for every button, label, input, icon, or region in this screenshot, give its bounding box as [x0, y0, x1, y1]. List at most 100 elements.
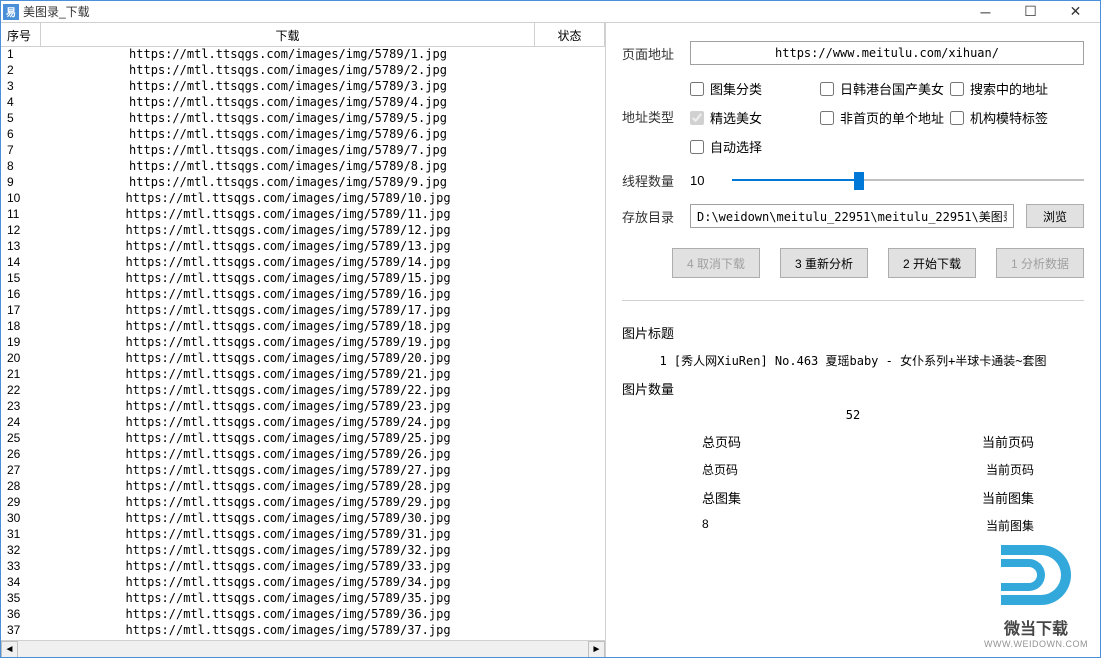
cell-status [535, 399, 605, 415]
table-row[interactable]: 28https://mtl.ttsqgs.com/images/img/5789… [1, 479, 605, 495]
col-header-status[interactable]: 状态 [535, 23, 605, 46]
cell-url: https://mtl.ttsqgs.com/images/img/5789/4… [41, 95, 535, 111]
table-row[interactable]: 2https://mtl.ttsqgs.com/images/img/5789/… [1, 63, 605, 79]
cell-status [535, 511, 605, 527]
table-row[interactable]: 23https://mtl.ttsqgs.com/images/img/5789… [1, 399, 605, 415]
table-row[interactable]: 12https://mtl.ttsqgs.com/images/img/5789… [1, 223, 605, 239]
page-url-input[interactable] [690, 41, 1084, 65]
table-row[interactable]: 21https://mtl.ttsqgs.com/images/img/5789… [1, 367, 605, 383]
scroll-right-icon[interactable]: ► [588, 641, 605, 658]
table-row[interactable]: 3https://mtl.ttsqgs.com/images/img/5789/… [1, 79, 605, 95]
table-row[interactable]: 4https://mtl.ttsqgs.com/images/img/5789/… [1, 95, 605, 111]
cell-status [535, 415, 605, 431]
checkbox-jp-kr-cn[interactable]: 日韩港台国产美女 [820, 79, 950, 98]
close-button[interactable]: ✕ [1053, 2, 1098, 22]
cell-url: https://mtl.ttsqgs.com/images/img/5789/3… [41, 559, 535, 575]
reanalyze-button[interactable]: 3 重新分析 [780, 248, 868, 278]
save-dir-input[interactable] [690, 204, 1014, 228]
table-row[interactable]: 5https://mtl.ttsqgs.com/images/img/5789/… [1, 111, 605, 127]
table-row[interactable]: 14https://mtl.ttsqgs.com/images/img/5789… [1, 255, 605, 271]
table-row[interactable]: 34https://mtl.ttsqgs.com/images/img/5789… [1, 575, 605, 591]
window-title: 美图录_下载 [23, 3, 963, 20]
table-row[interactable]: 22https://mtl.ttsqgs.com/images/img/5789… [1, 383, 605, 399]
current-page-label2: 当前页码 [986, 461, 1034, 478]
cell-url: https://mtl.ttsqgs.com/images/img/5789/8… [41, 159, 535, 175]
table-row[interactable]: 11https://mtl.ttsqgs.com/images/img/5789… [1, 207, 605, 223]
table-row[interactable]: 8https://mtl.ttsqgs.com/images/img/5789/… [1, 159, 605, 175]
checkbox-org-model-tag[interactable]: 机构模特标签 [950, 108, 1080, 127]
col-header-url[interactable]: 下载 [41, 23, 535, 46]
checkbox-search-url[interactable]: 搜索中的地址 [950, 79, 1080, 98]
table-row[interactable]: 33https://mtl.ttsqgs.com/images/img/5789… [1, 559, 605, 575]
minimize-button[interactable]: ─ [963, 2, 1008, 22]
cell-seq: 33 [1, 559, 41, 575]
table-row[interactable]: 26https://mtl.ttsqgs.com/images/img/5789… [1, 447, 605, 463]
table-row[interactable]: 16https://mtl.ttsqgs.com/images/img/5789… [1, 287, 605, 303]
cell-url: https://mtl.ttsqgs.com/images/img/5789/6… [41, 127, 535, 143]
table-row[interactable]: 24https://mtl.ttsqgs.com/images/img/5789… [1, 415, 605, 431]
checkbox-gallery-category[interactable]: 图集分类 [690, 79, 820, 98]
table-row[interactable]: 35https://mtl.ttsqgs.com/images/img/5789… [1, 591, 605, 607]
table-row[interactable]: 17https://mtl.ttsqgs.com/images/img/5789… [1, 303, 605, 319]
table-header: 序号 下载 状态 [1, 23, 605, 47]
table-row[interactable]: 10https://mtl.ttsqgs.com/images/img/5789… [1, 191, 605, 207]
watermark-logo-icon [991, 545, 1081, 615]
table-row[interactable]: 9https://mtl.ttsqgs.com/images/img/5789/… [1, 175, 605, 191]
maximize-button[interactable]: ☐ [1008, 2, 1053, 22]
cell-seq: 26 [1, 447, 41, 463]
table-row[interactable]: 6https://mtl.ttsqgs.com/images/img/5789/… [1, 127, 605, 143]
thread-count-label: 线程数量 [622, 171, 678, 190]
table-row[interactable]: 15https://mtl.ttsqgs.com/images/img/5789… [1, 271, 605, 287]
table-row[interactable]: 32https://mtl.ttsqgs.com/images/img/5789… [1, 543, 605, 559]
cell-seq: 37 [1, 623, 41, 639]
cell-url: https://mtl.ttsqgs.com/images/img/5789/3… [41, 543, 535, 559]
table-row[interactable]: 7https://mtl.ttsqgs.com/images/img/5789/… [1, 143, 605, 159]
cell-status [535, 223, 605, 239]
slider-thumb[interactable] [854, 172, 864, 190]
table-row[interactable]: 25https://mtl.ttsqgs.com/images/img/5789… [1, 431, 605, 447]
cell-url: https://mtl.ttsqgs.com/images/img/5789/2… [41, 399, 535, 415]
cell-seq: 3 [1, 79, 41, 95]
cell-status [535, 47, 605, 63]
cell-url: https://mtl.ttsqgs.com/images/img/5789/3… [41, 607, 535, 623]
horizontal-scrollbar[interactable]: ◄ ► [1, 640, 605, 657]
checkbox-non-home-single[interactable]: 非首页的单个地址 [820, 108, 950, 127]
thread-count-value: 10 [690, 173, 720, 188]
cell-seq: 6 [1, 127, 41, 143]
cell-status [535, 207, 605, 223]
cell-url: https://mtl.ttsqgs.com/images/img/5789/2… [41, 383, 535, 399]
table-row[interactable]: 31https://mtl.ttsqgs.com/images/img/5789… [1, 527, 605, 543]
cell-url: https://mtl.ttsqgs.com/images/img/5789/2… [41, 351, 535, 367]
browse-button[interactable]: 浏览 [1026, 204, 1084, 228]
cancel-download-button[interactable]: 4 取消下载 [672, 248, 760, 278]
cell-url: https://mtl.ttsqgs.com/images/img/5789/2… [41, 63, 535, 79]
table-row[interactable]: 29https://mtl.ttsqgs.com/images/img/5789… [1, 495, 605, 511]
scroll-track[interactable] [18, 641, 588, 658]
table-body[interactable]: 1https://mtl.ttsqgs.com/images/img/5789/… [1, 47, 605, 640]
table-row[interactable]: 19https://mtl.ttsqgs.com/images/img/5789… [1, 335, 605, 351]
cell-seq: 1 [1, 47, 41, 63]
cell-url: https://mtl.ttsqgs.com/images/img/5789/2… [41, 495, 535, 511]
table-row[interactable]: 1https://mtl.ttsqgs.com/images/img/5789/… [1, 47, 605, 63]
table-row[interactable]: 27https://mtl.ttsqgs.com/images/img/5789… [1, 463, 605, 479]
table-row[interactable]: 30https://mtl.ttsqgs.com/images/img/5789… [1, 511, 605, 527]
cell-status [535, 271, 605, 287]
table-row[interactable]: 13https://mtl.ttsqgs.com/images/img/5789… [1, 239, 605, 255]
cell-seq: 30 [1, 511, 41, 527]
cell-seq: 36 [1, 607, 41, 623]
table-row[interactable]: 18https://mtl.ttsqgs.com/images/img/5789… [1, 319, 605, 335]
cell-seq: 23 [1, 399, 41, 415]
scroll-left-icon[interactable]: ◄ [1, 641, 18, 658]
start-download-button[interactable]: 2 开始下载 [888, 248, 976, 278]
col-header-seq[interactable]: 序号 [1, 23, 41, 46]
table-row[interactable]: 37https://mtl.ttsqgs.com/images/img/5789… [1, 623, 605, 639]
table-row[interactable]: 36https://mtl.ttsqgs.com/images/img/5789… [1, 607, 605, 623]
cell-url: https://mtl.ttsqgs.com/images/img/5789/1… [41, 255, 535, 271]
thread-slider[interactable] [732, 170, 1084, 190]
cell-seq: 2 [1, 63, 41, 79]
checkbox-auto-select[interactable]: 自动选择 [690, 137, 820, 156]
analyze-data-button[interactable]: 1 分析数据 [996, 248, 1084, 278]
checkbox-featured[interactable]: 精选美女 [690, 108, 820, 127]
table-row[interactable]: 20https://mtl.ttsqgs.com/images/img/5789… [1, 351, 605, 367]
cell-status [535, 559, 605, 575]
